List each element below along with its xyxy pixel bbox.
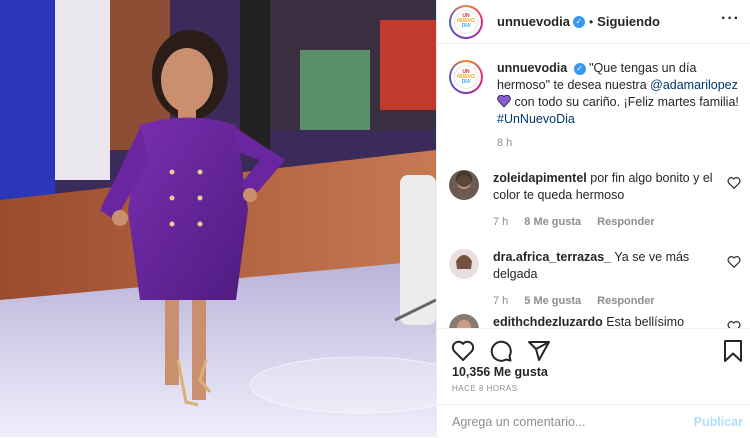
follow-status-button[interactable]: Siguiendo <box>597 14 660 29</box>
post-side-panel: UN NUEVO DIA unnuevodia ✓ • Siguiendo ··… <box>436 0 750 438</box>
comment-meta: 7 h 8 Me gusta Responder <box>493 216 655 228</box>
purple-heart-icon <box>497 95 511 107</box>
comment-likes[interactable]: 5 Me gusta <box>524 295 581 307</box>
mention-link[interactable]: @adamarilopez <box>650 78 738 92</box>
comment-input[interactable] <box>452 414 694 429</box>
comment-avatar[interactable] <box>449 249 479 279</box>
post-photo[interactable] <box>0 0 436 437</box>
comment-meta: 7 h 5 Me gusta Responder <box>493 295 655 307</box>
caption-text: unnuevodia ✓ "Que tengas un día hermoso"… <box>497 61 739 126</box>
comment-item: zoleidapimentel por fin algo bonito y el… <box>449 170 745 228</box>
hashtag-link[interactable]: #UnNuevoDia <box>497 112 575 126</box>
verified-icon: ✓ <box>573 62 586 75</box>
post-caption: UN NUEVO DIA unnuevodia ✓ "Que tengas un… <box>449 60 745 149</box>
reply-button[interactable]: Responder <box>597 216 654 228</box>
account-avatar[interactable]: UN NUEVO DIA <box>449 4 483 39</box>
instagram-post: UN NUEVO DIA unnuevodia ✓ • Siguiendo ··… <box>0 0 750 438</box>
comment-avatar[interactable] <box>449 170 479 200</box>
verified-icon: ✓ <box>572 15 585 28</box>
save-icon[interactable] <box>721 339 745 363</box>
comment-icon[interactable] <box>489 339 513 363</box>
reply-button[interactable]: Responder <box>597 295 654 307</box>
comment-likes[interactable]: 8 Me gusta <box>524 216 581 228</box>
post-header: UN NUEVO DIA unnuevodia ✓ • Siguiendo ··… <box>437 0 750 44</box>
like-icon[interactable] <box>451 339 475 363</box>
photo-illustration <box>0 0 436 437</box>
add-comment-bar: Publicar <box>437 404 750 438</box>
post-actions: 10,356 Me gusta HACE 8 HORAS Publicar <box>437 328 750 438</box>
comment-username[interactable]: edithchdezluzardo <box>493 315 603 329</box>
comment-like-icon[interactable] <box>727 255 741 269</box>
comment-username[interactable]: zoleidapimentel <box>493 171 587 185</box>
account-username[interactable]: unnuevodia <box>497 14 570 29</box>
comment-username[interactable]: dra.africa_terrazas_ <box>493 250 611 264</box>
caption-time: 8 h <box>497 137 513 149</box>
account-logo: UN NUEVO DIA <box>454 9 478 34</box>
share-icon[interactable] <box>527 339 551 363</box>
comment-item: dra.africa_terrazas_ Ya se ve más delgad… <box>449 249 745 307</box>
caption-username[interactable]: unnuevodia <box>497 61 567 75</box>
comment-like-icon[interactable] <box>727 176 741 190</box>
likes-count[interactable]: 10,356 Me gusta <box>452 365 548 379</box>
posted-time: HACE 8 HORAS <box>452 384 518 393</box>
caption-avatar[interactable]: UN NUEVO DIA <box>449 60 483 94</box>
publish-button[interactable]: Publicar <box>694 415 743 429</box>
more-icon[interactable]: ··· <box>721 10 740 28</box>
separator-dot: • <box>588 14 594 29</box>
